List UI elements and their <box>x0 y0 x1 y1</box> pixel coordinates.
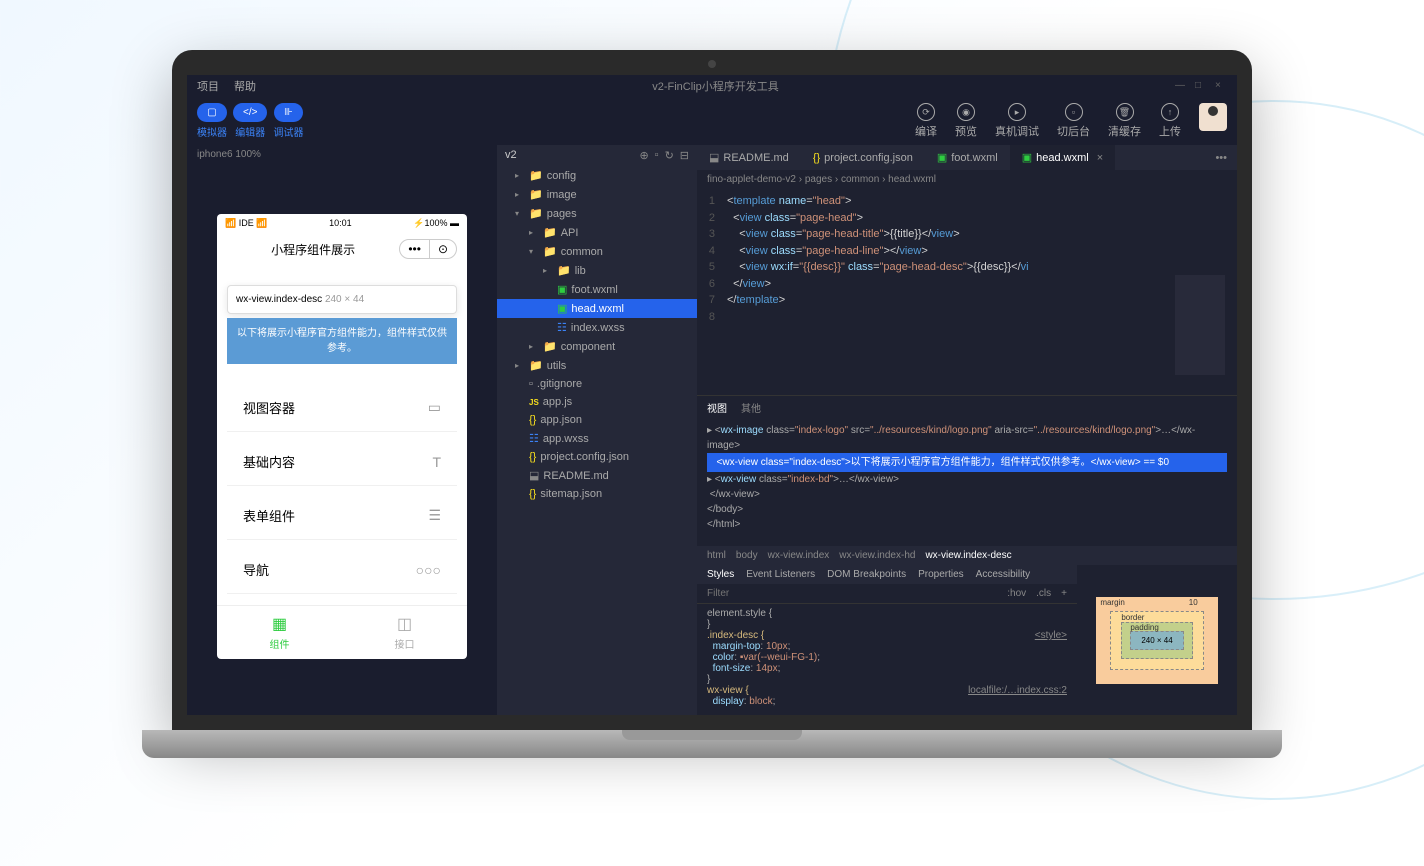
menu-nav[interactable]: 导航○○○ <box>227 546 457 594</box>
add-rule-icon[interactable]: + <box>1061 588 1067 599</box>
tree-item-head-wxml[interactable]: ▣head.wxml <box>497 299 697 318</box>
tree-item-project-config-json[interactable]: {}project.config.json <box>497 448 697 466</box>
tab-debugger[interactable]: ⊪ 调试器 <box>273 103 303 139</box>
editor-panel: ⬓ README.md{} project.config.json▣ foot.… <box>697 145 1237 715</box>
window-title: v2-FinClip小程序开发工具 <box>652 78 779 94</box>
new-folder-icon[interactable]: ▫ <box>655 149 659 162</box>
devtools: 视图 其他 ▸ <wx-image class="index-logo" src… <box>697 395 1237 715</box>
file-explorer: v2 ⊕ ▫ ↻ ⊟ ▸📁config▸📁image▾📁pages▸📁API▾📁… <box>497 145 697 715</box>
breadcrumb[interactable]: fino-applet-demo-v2 › pages › common › h… <box>697 170 1237 189</box>
tree-item-common[interactable]: ▾📁common <box>497 242 697 261</box>
tree-item-config[interactable]: ▸📁config <box>497 166 697 185</box>
editor-tab[interactable]: {} project.config.json <box>801 146 925 170</box>
minimap[interactable] <box>1175 275 1225 375</box>
compile-button[interactable]: ⟳编译 <box>915 103 937 139</box>
tree-item-utils[interactable]: ▸📁utils <box>497 356 697 375</box>
menu-help[interactable]: 帮助 <box>234 78 256 94</box>
tab-api[interactable]: ◫接口 <box>342 606 467 659</box>
highlighted-element[interactable]: 以下将展示小程序官方组件能力，组件样式仅供参考。 <box>227 318 457 364</box>
ide-window: 项目 帮助 v2-FinClip小程序开发工具 — □ × ▢ 模拟器 <box>187 75 1237 715</box>
tree-item-app-js[interactable]: JSapp.js <box>497 393 697 411</box>
menu-view-container[interactable]: 视图容器▭ <box>227 384 457 432</box>
tree-item-index-wxss[interactable]: ☷index.wxss <box>497 318 697 337</box>
avatar[interactable] <box>1199 103 1227 131</box>
menu-basic-content[interactable]: 基础内容T <box>227 438 457 486</box>
tab-simulator[interactable]: ▢ 模拟器 <box>197 103 227 139</box>
tree-item-app-wxss[interactable]: ☷app.wxss <box>497 429 697 448</box>
preview-button[interactable]: ◉预览 <box>955 103 977 139</box>
capsule-button[interactable]: •••⊙ <box>399 239 457 259</box>
box-model: margin 10 border padding 240 × 44 <box>1077 565 1237 715</box>
device-status: iphone6 100% <box>187 145 497 164</box>
code-editor[interactable]: 1<template name="head">2 <view class="pa… <box>697 189 1237 395</box>
tree-item-image[interactable]: ▸📁image <box>497 185 697 204</box>
menu-project[interactable]: 项目 <box>197 78 219 94</box>
tree-item-sitemap-json[interactable]: {}sitemap.json <box>497 485 697 503</box>
laptop-mockup: 项目 帮助 v2-FinClip小程序开发工具 — □ × ▢ 模拟器 <box>172 50 1252 758</box>
tab-components[interactable]: ▦组件 <box>217 606 342 659</box>
elements-panel[interactable]: ▸ <wx-image class="index-logo" src="../r… <box>697 419 1237 546</box>
close-icon[interactable]: × <box>1215 80 1227 92</box>
tab-overflow-icon[interactable]: ••• <box>1205 152 1237 164</box>
tab-properties[interactable]: Properties <box>918 569 964 580</box>
elements-breadcrumb[interactable]: html body wx-view.index wx-view.index-hd… <box>697 546 1237 565</box>
page-title: 小程序组件展示 <box>227 241 399 258</box>
menu-form[interactable]: 表单组件☰ <box>227 492 457 540</box>
refresh-icon[interactable]: ↻ <box>665 149 674 162</box>
phone-statusbar: 📶 IDE 📶 10:01 ⚡100% ▬ <box>217 214 467 233</box>
clear-cache-button[interactable]: 🗑清缓存 <box>1108 103 1141 139</box>
simulator-panel: iphone6 100% 📶 IDE 📶 10:01 ⚡100% ▬ 小程序组件… <box>187 145 497 715</box>
toolbar: ▢ 模拟器 </> 编辑器 ⊪ 调试器 ⟳编译 ◉预览 ▸真机调试 <box>187 97 1237 145</box>
tree-item-README-md[interactable]: ⬓README.md <box>497 466 697 485</box>
tab-styles[interactable]: Styles <box>707 569 734 580</box>
tab-accessibility[interactable]: Accessibility <box>976 569 1030 580</box>
tab-dom-breakpoints[interactable]: DOM Breakpoints <box>827 569 906 580</box>
editor-tab[interactable]: ⬓ README.md <box>697 145 801 170</box>
tab-editor[interactable]: </> 编辑器 <box>233 103 267 139</box>
editor-tab[interactable]: ▣ foot.wxml <box>925 145 1010 170</box>
devtools-tab-other[interactable]: 其他 <box>741 400 761 415</box>
explorer-root: v2 <box>505 149 517 162</box>
maximize-icon[interactable]: □ <box>1195 80 1207 92</box>
devtools-tab-view[interactable]: 视图 <box>707 400 727 415</box>
tree-item-lib[interactable]: ▸📁lib <box>497 261 697 280</box>
tree-item--gitignore[interactable]: ▫.gitignore <box>497 375 697 393</box>
tree-item-app-json[interactable]: {}app.json <box>497 411 697 429</box>
phone-simulator[interactable]: 📶 IDE 📶 10:01 ⚡100% ▬ 小程序组件展示 •••⊙ wx-vi… <box>217 214 467 659</box>
remote-debug-button[interactable]: ▸真机调试 <box>995 103 1039 139</box>
minimize-icon[interactable]: — <box>1175 80 1187 92</box>
background-button[interactable]: ▫切后台 <box>1057 103 1090 139</box>
editor-tabs: ⬓ README.md{} project.config.json▣ foot.… <box>697 145 1237 170</box>
tree-item-foot-wxml[interactable]: ▣foot.wxml <box>497 280 697 299</box>
collapse-icon[interactable]: ⊟ <box>680 149 689 162</box>
filter-input[interactable] <box>707 588 997 599</box>
upload-button[interactable]: ↑上传 <box>1159 103 1181 139</box>
titlebar: 项目 帮助 v2-FinClip小程序开发工具 — □ × <box>187 75 1237 97</box>
tree-item-component[interactable]: ▸📁component <box>497 337 697 356</box>
inspector-tooltip: wx-view.index-desc 240 × 44 <box>227 285 457 314</box>
tree-item-pages[interactable]: ▾📁pages <box>497 204 697 223</box>
hov-toggle[interactable]: :hov <box>1007 588 1026 599</box>
css-rules[interactable]: element.style { } .index-desc {<style> m… <box>697 604 1077 711</box>
cls-toggle[interactable]: .cls <box>1036 588 1051 599</box>
tab-event-listeners[interactable]: Event Listeners <box>746 569 815 580</box>
editor-tab[interactable]: ▣ head.wxml× <box>1010 145 1115 170</box>
new-file-icon[interactable]: ⊕ <box>639 149 648 162</box>
tree-item-API[interactable]: ▸📁API <box>497 223 697 242</box>
